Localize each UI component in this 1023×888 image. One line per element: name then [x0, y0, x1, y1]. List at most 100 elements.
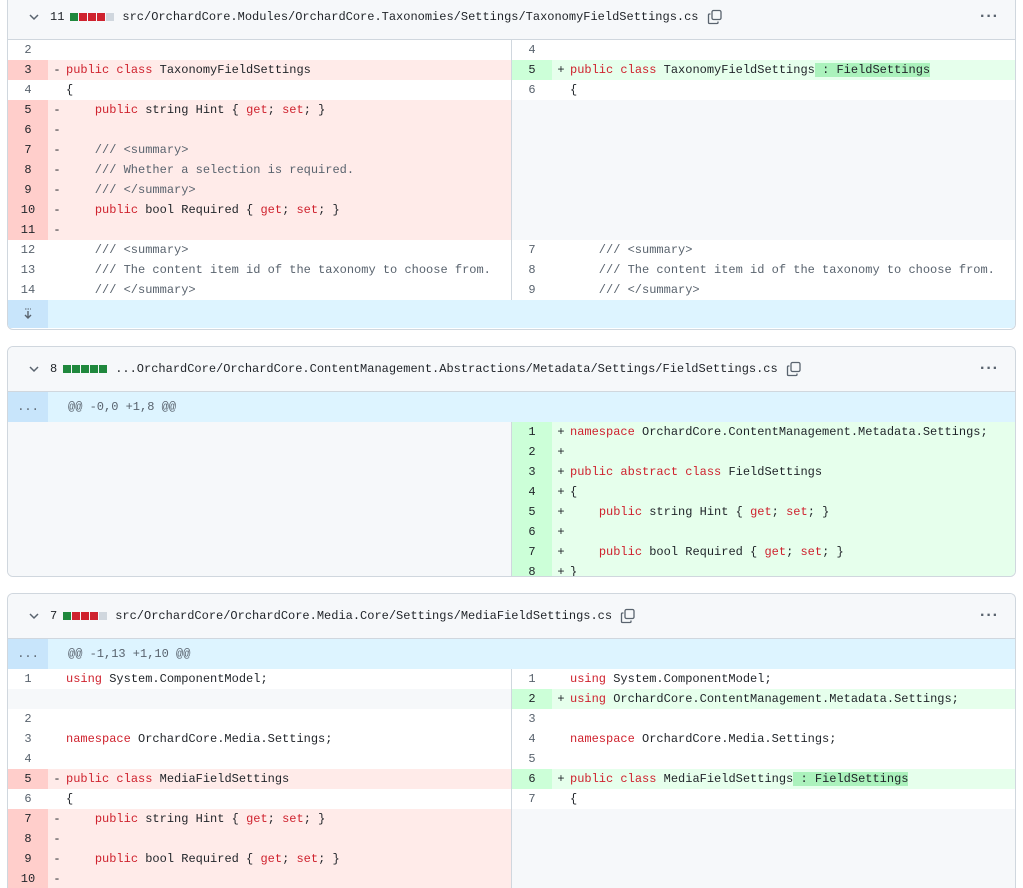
right-line: 2 + [511, 442, 1015, 462]
chevron-down-icon[interactable] [28, 363, 40, 375]
left-line: 12 /// <summary> [8, 240, 511, 260]
line-number[interactable] [512, 140, 552, 160]
line-number[interactable]: 8 [512, 260, 552, 280]
line-number[interactable]: 5 [8, 100, 48, 120]
diff-sign [552, 749, 570, 769]
line-number[interactable]: 2 [8, 709, 48, 729]
line-number[interactable] [512, 869, 552, 888]
line-number[interactable]: 4 [512, 729, 552, 749]
line-number[interactable]: 13 [8, 260, 48, 280]
diff-sign [552, 40, 570, 60]
line-number[interactable]: 6 [512, 769, 552, 789]
file-path[interactable]: src/OrchardCore.Modules/OrchardCore.Taxo… [122, 10, 698, 24]
table-row: 7 + public bool Required { get; set; } [8, 542, 1015, 562]
code-line: /// </summary> [570, 283, 700, 297]
copy-icon[interactable] [786, 361, 802, 377]
kebab-menu-icon[interactable]: ··· [980, 607, 999, 625]
right-line: 6{ [511, 80, 1015, 100]
code-line: { [66, 83, 74, 97]
diff-sign: - [53, 123, 61, 137]
line-number[interactable]: 6 [8, 120, 48, 140]
line-number[interactable]: 14 [8, 280, 48, 300]
line-number[interactable] [512, 809, 552, 829]
line-number[interactable] [8, 689, 48, 709]
line-number[interactable]: 1 [512, 422, 552, 442]
line-number[interactable] [512, 160, 552, 180]
line-number[interactable] [512, 200, 552, 220]
line-number[interactable]: 7 [512, 789, 552, 809]
diff-sign: + [557, 505, 565, 519]
line-number[interactable]: 4 [8, 80, 48, 100]
line-number[interactable]: 5 [512, 60, 552, 80]
line-number[interactable]: 1 [512, 669, 552, 689]
line-number[interactable]: 2 [8, 40, 48, 60]
line-number[interactable] [512, 829, 552, 849]
right-line: 3 [511, 709, 1015, 729]
diff-sign: - [53, 163, 61, 177]
line-number[interactable]: 8 [8, 160, 48, 180]
diffstat-block [106, 13, 115, 21]
line-number[interactable] [512, 120, 552, 140]
expand-down-icon[interactable] [8, 300, 48, 328]
chevron-down-icon[interactable] [28, 610, 40, 622]
line-number[interactable]: 1 [8, 669, 48, 689]
line-number[interactable]: 7 [8, 809, 48, 829]
expand-hunk-button[interactable]: ... [8, 639, 48, 669]
line-number[interactable]: 5 [512, 749, 552, 769]
kebab-menu-icon[interactable]: ··· [980, 360, 999, 378]
chevron-down-icon[interactable] [28, 11, 40, 23]
line-number[interactable]: 3 [8, 729, 48, 749]
line-number[interactable]: 3 [512, 709, 552, 729]
line-number[interactable]: 5 [512, 502, 552, 522]
line-number[interactable]: 6 [512, 80, 552, 100]
line-number[interactable] [512, 100, 552, 120]
line-number[interactable]: 2 [512, 689, 552, 709]
line-number[interactable]: 8 [8, 829, 48, 849]
table-row: 8- [8, 829, 1015, 849]
line-number[interactable]: 3 [512, 462, 552, 482]
file-header: 7 src/OrchardCore/OrchardCore.Media.Core… [8, 594, 1015, 639]
right-line [511, 809, 1015, 829]
right-line [511, 120, 1015, 140]
expand-row [8, 300, 1015, 328]
line-number[interactable]: 9 [512, 280, 552, 300]
line-number[interactable]: 6 [512, 522, 552, 542]
copy-icon[interactable] [707, 9, 723, 25]
diff-sign [48, 260, 66, 280]
line-number[interactable] [512, 849, 552, 869]
line-number[interactable]: 10 [8, 200, 48, 220]
line-number[interactable]: 4 [512, 482, 552, 502]
line-number[interactable]: 3 [8, 60, 48, 80]
diff-sign: + [557, 565, 565, 577]
line-number[interactable]: 8 [512, 562, 552, 576]
line-number[interactable]: 4 [8, 749, 48, 769]
line-number[interactable]: 9 [8, 849, 48, 869]
line-number[interactable]: 9 [8, 180, 48, 200]
line-number[interactable] [512, 180, 552, 200]
expand-hunk-button[interactable]: ... [8, 392, 48, 422]
file-path[interactable]: ...OrchardCore/OrchardCore.ContentManage… [115, 362, 778, 376]
diffstat-block [99, 612, 108, 620]
line-number[interactable]: 11 [8, 220, 48, 240]
diff-sign [552, 100, 570, 120]
line-number[interactable]: 7 [8, 140, 48, 160]
line-number[interactable]: 4 [512, 40, 552, 60]
line-number[interactable]: 5 [8, 769, 48, 789]
file-path[interactable]: src/OrchardCore/OrchardCore.Media.Core/S… [115, 609, 612, 623]
code-line: using System.ComponentModel; [570, 672, 772, 686]
diff-table: 2 4 3- public class TaxonomyFieldSettings 5 +… [8, 40, 1015, 300]
diff-sign: - [53, 103, 61, 117]
kebab-menu-icon[interactable]: ··· [980, 8, 999, 26]
file-header: 8 ...OrchardCore/OrchardCore.ContentMana… [8, 347, 1015, 392]
file-header: 11 src/OrchardCore.Modules/OrchardCore.T… [8, 0, 1015, 40]
diff-table: 1 using System.ComponentModel; 1 using Syst… [8, 669, 1015, 888]
line-number[interactable] [512, 220, 552, 240]
line-number[interactable]: 12 [8, 240, 48, 260]
line-number[interactable]: 7 [512, 240, 552, 260]
line-number[interactable]: 6 [8, 789, 48, 809]
copy-icon[interactable] [620, 608, 636, 624]
line-number[interactable]: 10 [8, 869, 48, 888]
line-number[interactable]: 2 [512, 442, 552, 462]
line-number[interactable]: 7 [512, 542, 552, 562]
